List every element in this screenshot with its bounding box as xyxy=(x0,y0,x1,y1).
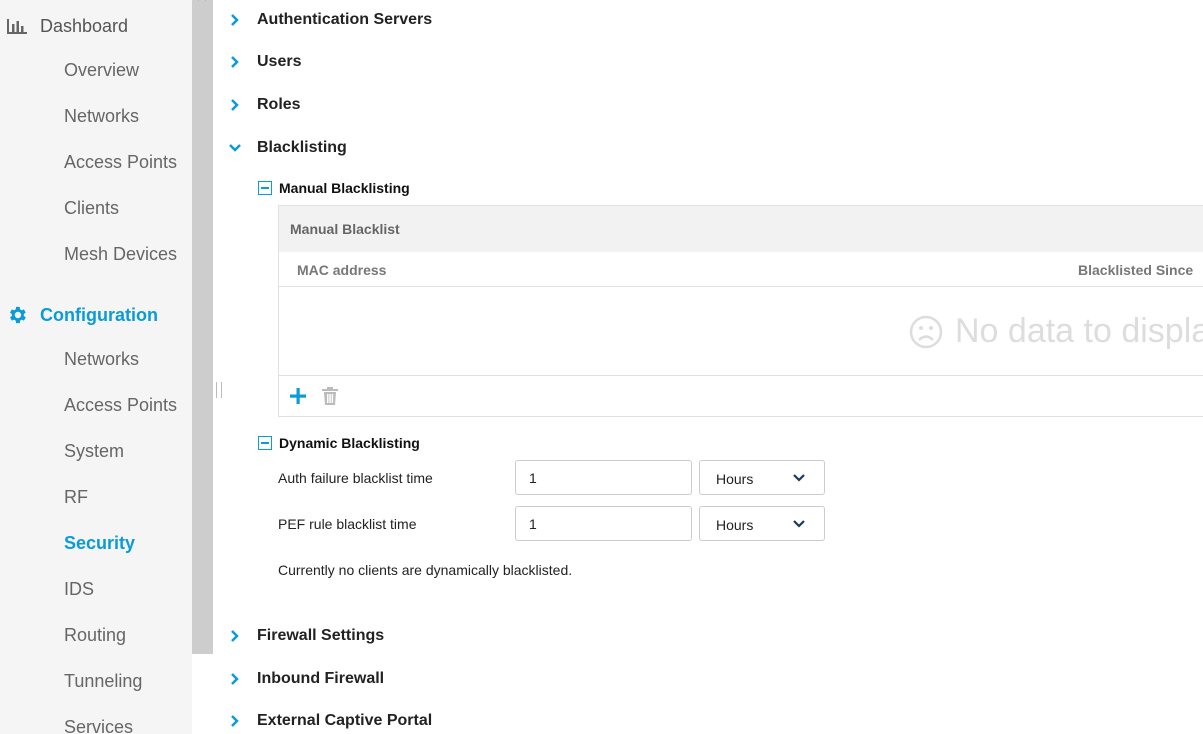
sidebar-item-ids[interactable]: IDS xyxy=(64,578,94,600)
select-value: Hours xyxy=(716,517,754,533)
sidebar-item-routing[interactable]: Routing xyxy=(64,624,126,646)
sidebar-item-mesh-devices[interactable]: Mesh Devices xyxy=(64,243,177,265)
auth-failure-unit-select[interactable]: Hours xyxy=(699,460,825,495)
chevron-right-icon xyxy=(213,714,257,728)
sidebar-item-rf[interactable]: RF xyxy=(64,486,88,508)
sidebar: Dashboard Overview Networks Access Point… xyxy=(0,0,192,734)
auth-failure-blacklist-time-label: Auth failure blacklist time xyxy=(278,470,433,486)
pef-rule-blacklist-time-input[interactable] xyxy=(515,506,692,541)
chevron-down-icon xyxy=(213,143,257,153)
sidebar-configuration-label: Configuration xyxy=(40,304,158,325)
pef-rule-blacklist-time-label: PEF rule blacklist time xyxy=(278,516,417,532)
sidebar-item-services[interactable]: Services xyxy=(64,716,133,734)
empty-state-text: No data to displa xyxy=(955,312,1203,350)
section-title: External Captive Portal xyxy=(257,712,433,729)
section-external-captive-portal[interactable]: External Captive Portal xyxy=(213,710,432,732)
chevron-right-icon xyxy=(213,55,257,69)
manual-blacklisting-title: Manual Blacklisting xyxy=(279,180,410,196)
sidebar-item-clients[interactable]: Clients xyxy=(64,197,119,219)
chevron-right-icon xyxy=(213,672,257,686)
bar-chart-icon xyxy=(6,15,28,37)
column-header-blacklisted-since[interactable]: Blacklisted Since xyxy=(1078,262,1193,278)
table-toolbar xyxy=(279,376,1203,418)
table-caption: Manual Blacklist xyxy=(290,221,400,237)
app-window: Dashboard Overview Networks Access Point… xyxy=(0,0,1203,734)
chevron-right-icon xyxy=(213,13,257,27)
section-title: Firewall Settings xyxy=(257,627,385,644)
gear-icon xyxy=(6,304,28,326)
table-caption-bar: Manual Blacklist xyxy=(279,206,1203,252)
sidebar-item-networks[interactable]: Networks xyxy=(64,348,139,370)
sidebar-item-tunneling[interactable]: Tunneling xyxy=(64,670,142,692)
sidebar-item-networks-dashboard[interactable]: Networks xyxy=(64,105,139,127)
main-content: Authentication Servers Users Roles Black… xyxy=(213,0,1203,734)
section-title: Users xyxy=(257,53,302,70)
scroll-up-arrow-icon[interactable] xyxy=(196,0,208,4)
sidebar-scrollbar-thumb[interactable] xyxy=(192,0,213,654)
section-title: Authentication Servers xyxy=(257,11,433,28)
column-header-mac-address[interactable]: MAC address xyxy=(297,262,386,278)
empty-state: No data to displa xyxy=(909,312,1203,351)
sidebar-item-access-points[interactable]: Access Points xyxy=(64,394,177,416)
section-roles[interactable]: Roles xyxy=(213,94,301,116)
pef-rule-unit-select[interactable]: Hours xyxy=(699,506,825,541)
section-authentication-servers[interactable]: Authentication Servers xyxy=(213,9,432,31)
collapse-minus-icon[interactable] xyxy=(258,181,272,195)
chevron-down-icon xyxy=(793,474,805,482)
trash-icon[interactable] xyxy=(321,386,339,406)
sidebar-dashboard-header[interactable]: Dashboard xyxy=(0,14,128,38)
section-title: Roles xyxy=(257,96,301,113)
table-body: No data to displa xyxy=(279,288,1203,376)
table-header-row: MAC address Blacklisted Since xyxy=(279,252,1203,287)
chevron-right-icon xyxy=(213,98,257,112)
sidebar-item-overview[interactable]: Overview xyxy=(64,59,139,81)
manual-blacklist-table: Manual Blacklist MAC address Blacklisted… xyxy=(278,205,1203,417)
sad-face-icon xyxy=(909,315,943,348)
chevron-right-icon xyxy=(213,629,257,643)
auth-failure-blacklist-time-input[interactable] xyxy=(515,460,692,495)
section-users[interactable]: Users xyxy=(213,51,301,73)
dynamic-blacklisting-header: Dynamic Blacklisting xyxy=(258,434,420,452)
section-title: Inbound Firewall xyxy=(257,670,385,687)
section-blacklisting[interactable]: Blacklisting xyxy=(213,137,347,159)
manual-blacklisting-header: Manual Blacklisting xyxy=(258,179,410,197)
dynamic-blacklist-status-text: Currently no clients are dynamically bla… xyxy=(278,562,573,578)
dynamic-blacklisting-title: Dynamic Blacklisting xyxy=(279,435,420,451)
sidebar-dashboard-label: Dashboard xyxy=(40,15,129,36)
sidebar-item-security[interactable]: Security xyxy=(64,532,135,554)
chevron-down-icon xyxy=(793,520,805,528)
select-value: Hours xyxy=(716,471,754,487)
section-firewall-settings[interactable]: Firewall Settings xyxy=(213,625,384,647)
collapse-minus-icon[interactable] xyxy=(258,436,272,450)
sidebar-configuration-header[interactable]: Configuration xyxy=(0,303,158,327)
sidebar-item-access-points-dashboard[interactable]: Access Points xyxy=(64,151,177,173)
section-inbound-firewall[interactable]: Inbound Firewall xyxy=(213,668,384,690)
section-title: Blacklisting xyxy=(257,139,347,156)
sidebar-item-system[interactable]: System xyxy=(64,440,124,462)
add-plus-icon[interactable] xyxy=(289,387,307,405)
